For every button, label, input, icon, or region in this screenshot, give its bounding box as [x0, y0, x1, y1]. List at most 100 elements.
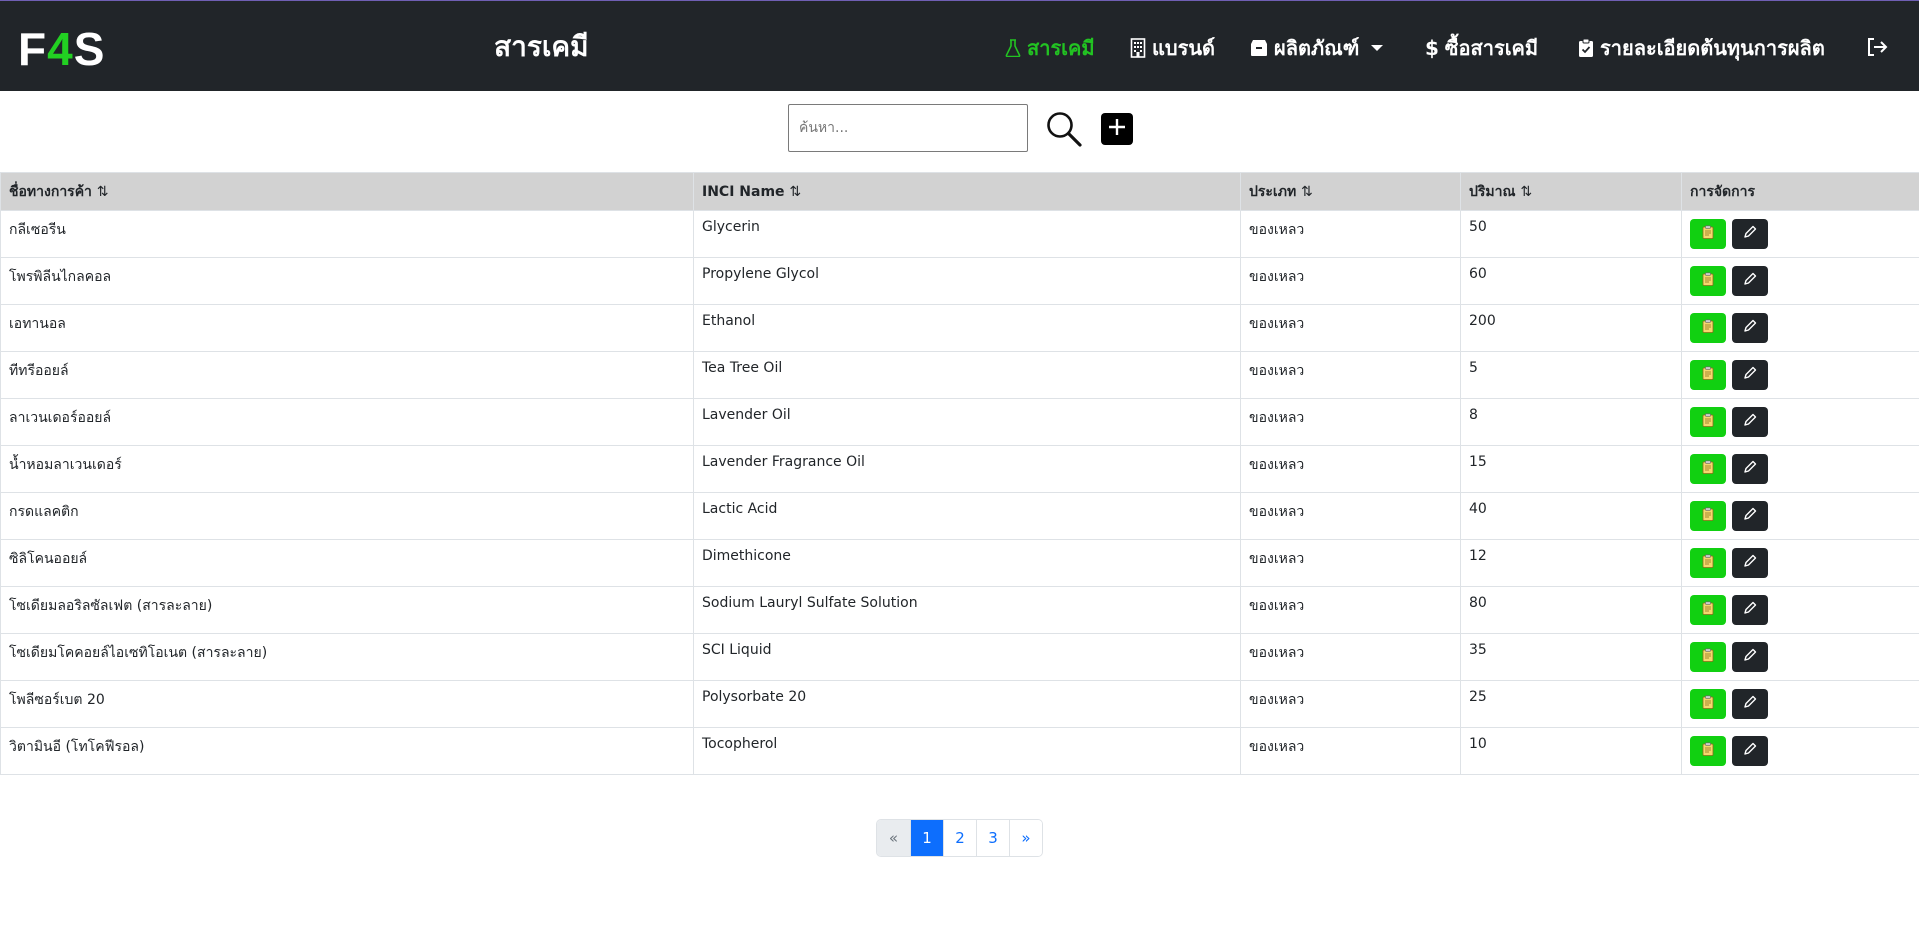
view-details-button[interactable]	[1690, 642, 1726, 672]
cell-actions	[1681, 304, 1919, 352]
search-button[interactable]	[1045, 110, 1083, 148]
table-row: โซเดียมโคคอยล์ไอเซทิโอเนต (สารละลาย) SCI …	[0, 633, 1919, 681]
pagination: « 1 2 3 »	[876, 819, 1043, 857]
cell-type: ของเหลว	[1240, 586, 1461, 634]
cell-type: ของเหลว	[1240, 680, 1461, 728]
clipboard-icon	[1702, 225, 1714, 243]
view-details-button[interactable]	[1690, 548, 1726, 578]
pagination-page[interactable]: 1	[910, 820, 943, 856]
logout-icon	[1866, 38, 1888, 61]
view-details-button[interactable]	[1690, 689, 1726, 719]
cell-trade-name: ทีทรีออยล์	[0, 351, 694, 399]
clipboard-icon	[1702, 413, 1714, 431]
table-row: โพลีซอร์เบต 20 Polysorbate 20 ของเหลว 25	[0, 680, 1919, 728]
cell-type: ของเหลว	[1240, 398, 1461, 446]
edit-button[interactable]	[1732, 501, 1768, 531]
cell-inci-name: Glycerin	[693, 210, 1241, 258]
cell-trade-name: กรดแลคติก	[0, 492, 694, 540]
cell-quantity: 10	[1460, 727, 1682, 775]
table-row: น้ำหอมลาเวนเดอร์ Lavender Fragrance Oil ขอ…	[0, 445, 1919, 493]
cell-inci-name: Lavender Oil	[693, 398, 1241, 446]
view-details-button[interactable]	[1690, 219, 1726, 249]
view-details-button[interactable]	[1690, 454, 1726, 484]
cell-type: ของเหลว	[1240, 351, 1461, 399]
cell-quantity: 12	[1460, 539, 1682, 587]
table-row: กลีเซอรีน Glycerin ของเหลว 50	[0, 210, 1919, 258]
nav-item-chemicals[interactable]: สารเคมี	[1005, 31, 1095, 65]
nav-item-production-cost[interactable]: รายละเอียดต้นทุนการผลิต	[1578, 31, 1825, 65]
building-icon	[1130, 38, 1146, 58]
nav-item-buy-chemicals[interactable]: $ ซื้อสารเคมี	[1425, 31, 1538, 65]
edit-button[interactable]	[1732, 642, 1768, 672]
edit-button[interactable]	[1732, 219, 1768, 249]
nav-item-products[interactable]: ผลิตภัณฑ์	[1250, 31, 1384, 65]
cell-actions	[1681, 398, 1919, 446]
nav-item-brands[interactable]: แบรนด์	[1130, 31, 1215, 65]
search-input[interactable]	[788, 104, 1028, 152]
view-details-button[interactable]	[1690, 313, 1726, 343]
app-logo[interactable]: F4S	[18, 23, 105, 75]
cell-quantity: 40	[1460, 492, 1682, 540]
pagination-next[interactable]: »	[1009, 820, 1042, 856]
edit-button[interactable]	[1732, 548, 1768, 578]
edit-button[interactable]	[1732, 360, 1768, 390]
add-chemical-button[interactable]	[1101, 113, 1133, 145]
cell-quantity: 200	[1460, 304, 1682, 352]
logout-button[interactable]	[1866, 37, 1888, 61]
cell-trade-name: โพลีซอร์เบต 20	[0, 680, 694, 728]
table-row: ซิลิโคนออยล์ Dimethicone ของเหลว 12	[0, 539, 1919, 587]
edit-button[interactable]	[1732, 689, 1768, 719]
chevron-down-icon	[1371, 45, 1384, 51]
cell-quantity: 50	[1460, 210, 1682, 258]
cell-inci-name: Ethanol	[693, 304, 1241, 352]
clipboard-icon	[1702, 601, 1714, 619]
cell-quantity: 15	[1460, 445, 1682, 493]
table-row: โพรพิลีนไกลคอล Propylene Glycol ของเหลว 60	[0, 257, 1919, 305]
edit-button[interactable]	[1732, 313, 1768, 343]
edit-button[interactable]	[1732, 454, 1768, 484]
cell-trade-name: โซเดียมลอริลซัลเฟต (สารละลาย)	[0, 586, 694, 634]
pagination-page[interactable]: 2	[943, 820, 976, 856]
view-details-button[interactable]	[1690, 736, 1726, 766]
cell-trade-name: ลาเวนเดอร์ออยล์	[0, 398, 694, 446]
clipboard-icon	[1702, 554, 1714, 572]
col-header-inci-name[interactable]: INCI Name ⇅	[693, 172, 1241, 211]
pagination-prev[interactable]: «	[877, 820, 910, 856]
col-header-type[interactable]: ประเภท ⇅	[1240, 172, 1461, 211]
sort-icon: ⇅	[96, 183, 109, 200]
pencil-icon	[1743, 366, 1757, 384]
pencil-icon	[1743, 225, 1757, 243]
col-header-trade-name[interactable]: ชื่อทางการค้า ⇅	[0, 172, 694, 211]
cell-inci-name: Lactic Acid	[693, 492, 1241, 540]
cell-inci-name: SCI Liquid	[693, 633, 1241, 681]
clipboard-icon	[1702, 507, 1714, 525]
clipboard-icon	[1702, 366, 1714, 384]
cell-inci-name: Sodium Lauryl Sulfate Solution	[693, 586, 1241, 634]
pencil-icon	[1743, 460, 1757, 478]
pencil-icon	[1743, 742, 1757, 760]
edit-button[interactable]	[1732, 595, 1768, 625]
page-title: สารเคมี	[494, 30, 589, 63]
col-header-quantity[interactable]: ปริมาณ ⇅	[1460, 172, 1682, 211]
view-details-button[interactable]	[1690, 407, 1726, 437]
cell-trade-name: โซเดียมโคคอยล์ไอเซทิโอเนต (สารละลาย)	[0, 633, 694, 681]
edit-button[interactable]	[1732, 736, 1768, 766]
edit-button[interactable]	[1732, 407, 1768, 437]
clipboard-icon	[1702, 695, 1714, 713]
cell-type: ของเหลว	[1240, 492, 1461, 540]
table-row: เอทานอล Ethanol ของเหลว 200	[0, 304, 1919, 352]
cell-type: ของเหลว	[1240, 445, 1461, 493]
view-details-button[interactable]	[1690, 360, 1726, 390]
view-details-button[interactable]	[1690, 501, 1726, 531]
pagination-page[interactable]: 3	[976, 820, 1009, 856]
view-details-button[interactable]	[1690, 266, 1726, 296]
pencil-icon	[1743, 695, 1757, 713]
view-details-button[interactable]	[1690, 595, 1726, 625]
pencil-icon	[1743, 507, 1757, 525]
edit-button[interactable]	[1732, 266, 1768, 296]
search-icon	[1045, 112, 1083, 152]
cell-quantity: 8	[1460, 398, 1682, 446]
col-header-actions: การจัดการ	[1681, 172, 1919, 211]
sort-icon: ⇅	[1520, 183, 1533, 200]
table-row: ทีทรีออยล์ Tea Tree Oil ของเหลว 5	[0, 351, 1919, 399]
